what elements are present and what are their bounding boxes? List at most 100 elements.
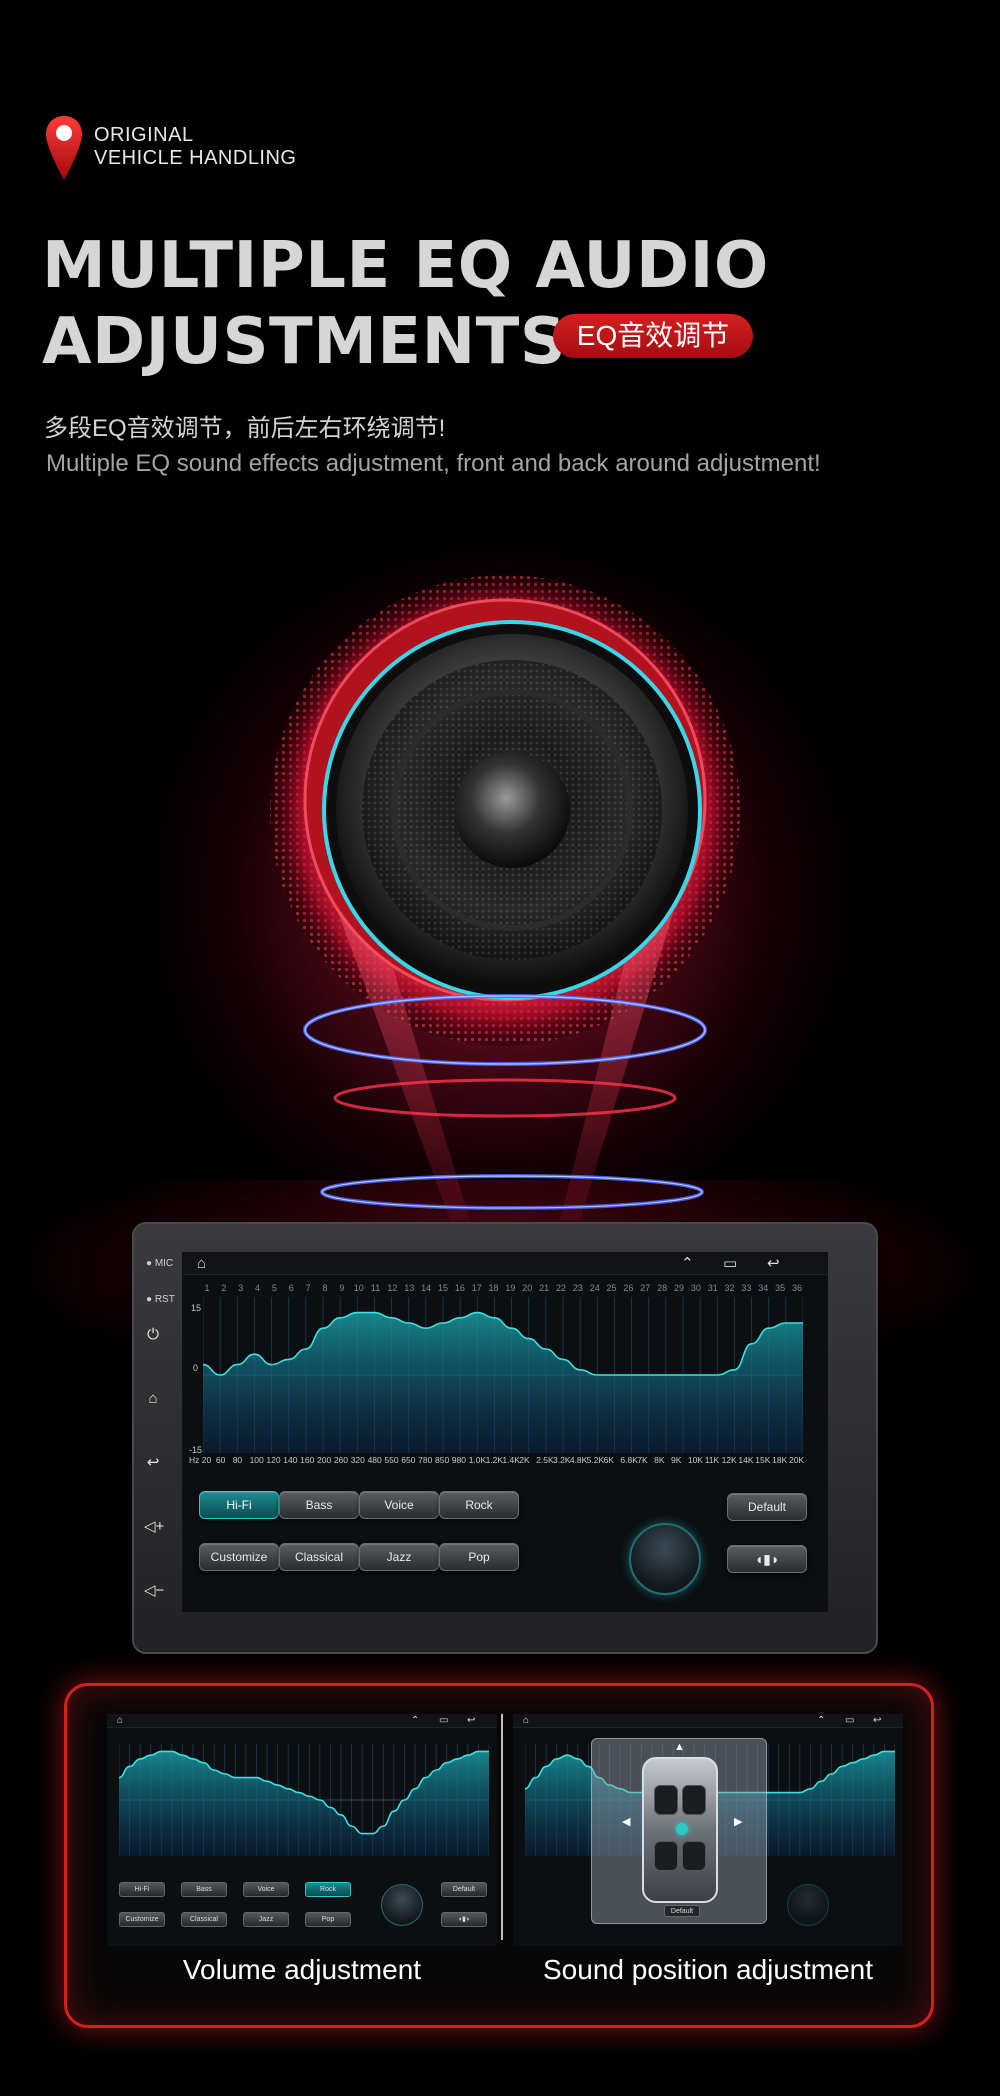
band-number: 17: [471, 1283, 482, 1293]
chevrons-up-icon[interactable]: ⌃: [411, 1714, 419, 1727]
eq-curve-chart[interactable]: [203, 1297, 803, 1453]
recent-apps-icon[interactable]: ▭: [723, 1255, 737, 1273]
mini-volume-curve[interactable]: [119, 1744, 489, 1856]
rst-label[interactable]: ● RST: [146, 1294, 175, 1305]
y-label-bottom: -15: [189, 1445, 203, 1455]
mini-default-button[interactable]: Default: [441, 1882, 487, 1897]
hz-label: 60: [215, 1455, 226, 1465]
band-number: 14: [421, 1283, 432, 1293]
mini-preset-button-customize[interactable]: Customize: [119, 1912, 165, 1927]
home-icon[interactable]: ⌂: [144, 1390, 162, 1408]
mini-preset-button-voice[interactable]: Voice: [243, 1882, 289, 1897]
brand-block: ORIGINAL VEHICLE HANDLING: [44, 114, 314, 184]
y-label-mid: 0: [193, 1363, 199, 1373]
sound-position-overlay[interactable]: ▲ ▼ ◀ ▶ Default: [591, 1738, 767, 1924]
mini-preset-button-bass[interactable]: Bass: [181, 1882, 227, 1897]
home-outline-icon[interactable]: ⌂: [197, 1255, 206, 1273]
default-button[interactable]: Default: [727, 1493, 807, 1521]
preset-button-pop[interactable]: Pop: [439, 1543, 519, 1571]
hz-label: 20K: [789, 1455, 805, 1465]
speaker-illustration: [270, 575, 740, 1220]
band-number: 7: [305, 1283, 311, 1293]
brand-line-1: ORIGINAL: [94, 124, 194, 146]
mini-preset-button-classical[interactable]: Classical: [181, 1912, 227, 1927]
arrow-right-icon[interactable]: ▶: [734, 1815, 742, 1828]
band-number: 6: [288, 1283, 294, 1293]
mini-knob[interactable]: [381, 1884, 423, 1926]
home-outline-icon[interactable]: ⌂: [523, 1714, 529, 1727]
hz-label: 200: [317, 1455, 332, 1465]
hz-label: 980: [451, 1455, 467, 1465]
chevrons-up-icon[interactable]: ⌃: [681, 1255, 694, 1273]
mini-preset-button-hi-fi[interactable]: Hi-Fi: [119, 1882, 165, 1897]
band-number: 11: [370, 1283, 381, 1293]
preset-button-bass[interactable]: Bass: [279, 1491, 359, 1519]
band-number: 4: [255, 1283, 261, 1293]
hz-label: 15K: [755, 1455, 771, 1465]
hz-label: 18K: [772, 1455, 788, 1465]
bottom-feature-panel: ⌂ ⌃ ▭ ↩ Default ◖▮◗ Hi-Fi Bass Voice Rock Cu…: [64, 1683, 934, 2028]
return-icon[interactable]: ↩: [873, 1714, 881, 1727]
hz-label: 5.2K: [586, 1455, 605, 1465]
band-number: 28: [657, 1283, 668, 1293]
band-number: 10: [353, 1283, 364, 1293]
mini-surround-button[interactable]: ◖▮◗: [441, 1912, 487, 1927]
return-icon[interactable]: ↩: [467, 1714, 475, 1727]
speaker-waves-icon: ◖▮◗: [457, 1916, 471, 1923]
volume-up-icon[interactable]: ◁+: [144, 1518, 164, 1536]
eq-knob[interactable]: [629, 1523, 701, 1595]
preset-button-jazz[interactable]: Jazz: [359, 1543, 439, 1571]
mini-topbar: ⌂ ⌃ ▭ ↩: [513, 1714, 903, 1728]
band-number: 15: [437, 1283, 448, 1293]
home-outline-icon[interactable]: ⌂: [117, 1714, 123, 1727]
hz-label: 14K: [738, 1455, 754, 1465]
recent-apps-icon[interactable]: ▭: [439, 1714, 448, 1727]
volume-down-icon[interactable]: ◁−: [144, 1582, 164, 1600]
arrow-left-icon[interactable]: ◀: [622, 1815, 630, 1828]
hz-label: 2.5K: [536, 1455, 554, 1465]
preset-button-rock[interactable]: Rock: [439, 1491, 519, 1519]
hz-label: 850: [435, 1455, 450, 1465]
head-unit-device: ● MIC ● RST ⏻ ⌂ ↩ ◁+ ◁− ⌂ ⌃ ▭ ↩ 12345678…: [132, 1222, 878, 1654]
hz-label: 10K: [687, 1455, 703, 1465]
caption-position: Sound position adjustment: [543, 1954, 873, 1985]
surround-sound-button[interactable]: ◖▮◗: [727, 1545, 807, 1573]
preset-button-hi-fi[interactable]: Hi-Fi: [199, 1491, 279, 1519]
mini-preset-button-jazz[interactable]: Jazz: [243, 1912, 289, 1927]
hz-label: 160: [300, 1455, 315, 1465]
subtitle-chinese: 多段EQ音效调节，前后左右环绕调节!: [44, 415, 446, 442]
mini-volume-curve-area: [119, 1751, 489, 1856]
hz-label: 320: [350, 1455, 365, 1465]
preset-button-classical[interactable]: Classical: [279, 1543, 359, 1571]
caption-volume: Volume adjustment: [182, 1954, 422, 1985]
chevrons-up-icon[interactable]: ⌃: [817, 1714, 825, 1727]
mini-screen-volume: ⌂ ⌃ ▭ ↩ Default ◖▮◗ Hi-Fi Bass Voice Rock Cu…: [107, 1714, 497, 1946]
arrow-up-icon[interactable]: ▲: [674, 1741, 685, 1753]
hz-label: 120: [266, 1455, 281, 1465]
recent-apps-icon[interactable]: ▭: [845, 1714, 854, 1727]
car-top-view-icon: [642, 1757, 718, 1903]
hz-label: 6.8K: [620, 1455, 638, 1465]
return-icon[interactable]: ↩: [767, 1255, 780, 1273]
hz-label: 1.2K: [485, 1455, 504, 1465]
seat-front-right: [682, 1785, 706, 1815]
sound-focus-dot[interactable]: [676, 1823, 688, 1835]
band-number: 33: [741, 1283, 752, 1293]
y-label-top: 15: [191, 1303, 202, 1313]
mic-label: ● MIC: [146, 1258, 174, 1269]
band-number: 32: [724, 1283, 735, 1293]
hz-label: 1.0K: [468, 1455, 487, 1465]
position-default-button[interactable]: Default: [664, 1905, 700, 1917]
mini-preset-button-pop[interactable]: Pop: [305, 1912, 351, 1927]
mini-knob: [787, 1884, 829, 1926]
hz-label: 80: [232, 1455, 243, 1465]
back-icon[interactable]: ↩: [144, 1454, 162, 1472]
eq-curve-area: [203, 1312, 803, 1453]
mini-preset-button-rock[interactable]: Rock: [305, 1882, 351, 1897]
brand-text: ORIGINAL VEHICLE HANDLING: [94, 124, 297, 170]
power-icon[interactable]: ⏻: [144, 1326, 162, 1344]
preset-button-voice[interactable]: Voice: [359, 1491, 439, 1519]
band-number: 12: [387, 1283, 398, 1293]
eq-screen: ⌂ ⌃ ▭ ↩ 1 2 3 4 5 6 7 8 9 10 11 12 13 14 15 16 17 18 19 20 2…: [182, 1252, 828, 1612]
preset-button-customize[interactable]: Customize: [199, 1543, 279, 1571]
